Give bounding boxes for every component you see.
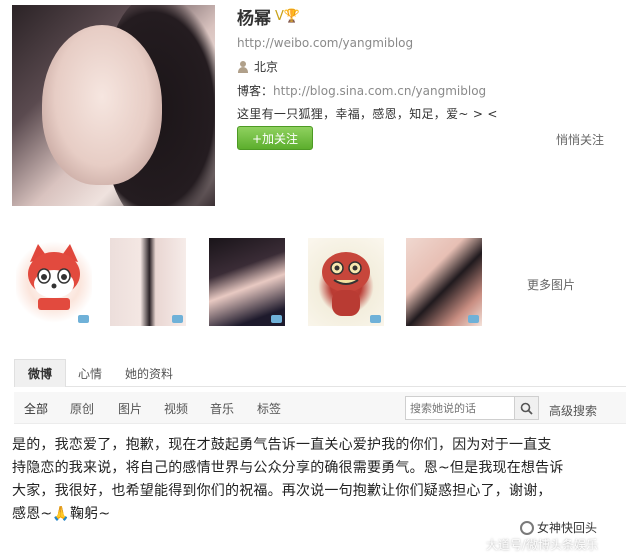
photo-thumbnail[interactable]	[308, 238, 384, 326]
search-input[interactable]	[405, 396, 515, 420]
photo-thumbnail[interactable]	[16, 238, 92, 326]
weibo-post: 是的，我恋爱了，抱歉，现在才鼓起勇气告诉一直关心爱护我的你们，因为对于一直支 持…	[12, 434, 628, 526]
location-row: 北京	[237, 58, 278, 75]
monster-toy-icon	[322, 252, 370, 316]
blog-row: 博客：http://blog.sina.com.cn/yangmiblog	[237, 82, 486, 99]
photo-thumbnail[interactable]	[110, 238, 186, 326]
profile-avatar[interactable]	[12, 5, 215, 206]
camera-icon	[78, 315, 89, 323]
follow-button[interactable]: +加关注	[237, 126, 313, 150]
photo-thumbnail[interactable]	[209, 238, 285, 326]
blog-label: 博客：	[237, 84, 274, 98]
filter-original[interactable]: 原创	[70, 392, 94, 424]
camera-icon	[468, 315, 479, 323]
filter-tags[interactable]: 标签	[257, 392, 281, 424]
search-icon	[520, 402, 533, 415]
camera-icon	[370, 315, 381, 323]
weibo-url-link[interactable]: http://weibo.com/yangmiblog	[237, 36, 413, 50]
profile-tabs: 微博 心情 她的资料	[14, 359, 626, 387]
watermark-top: 女神快回头	[520, 519, 597, 536]
tab-mood[interactable]: 心情	[70, 359, 110, 387]
filter-all[interactable]: 全部	[24, 392, 48, 424]
wechat-logo-icon	[520, 520, 534, 535]
search-button[interactable]	[515, 396, 539, 420]
photo-thumbnail[interactable]	[406, 238, 482, 326]
camera-icon	[172, 315, 183, 323]
watermark-text: 女神快回头	[537, 521, 598, 535]
profile-name-row: 杨幂 V🏆	[237, 4, 300, 29]
quiet-follow-link[interactable]: 悄悄关注	[556, 131, 604, 148]
post-line: 是的，我恋爱了，抱歉，现在才鼓起勇气告诉一直关心爱护我的你们，因为对于一直支	[12, 437, 552, 453]
person-icon	[237, 60, 249, 73]
avatar-face	[42, 25, 162, 185]
watermark-bottom: 大道号/微博头条娱乐	[486, 538, 599, 552]
filter-pictures[interactable]: 图片	[118, 392, 142, 424]
camera-icon	[271, 315, 282, 323]
profile-bio: 这里有一只狐狸，幸福，感恩，知足，爱~ > <	[237, 107, 498, 121]
blog-url-link[interactable]: http://blog.sina.com.cn/yangmiblog	[273, 84, 486, 98]
verified-badge-icon[interactable]: V🏆	[275, 9, 300, 24]
filter-music[interactable]: 音乐	[210, 392, 234, 424]
more-photos-link[interactable]: 更多图片	[527, 276, 575, 293]
post-line: 持隐恋的我来说，将自己的感情世界与公众分享的确很需要勇气。恩~但是我现在想告诉	[12, 460, 564, 476]
tab-her-profile[interactable]: 她的资料	[116, 359, 182, 387]
location-text: 北京	[254, 60, 279, 74]
tab-weibo[interactable]: 微博	[14, 359, 66, 387]
advanced-search-link[interactable]: 高级搜索	[549, 402, 597, 419]
profile-name[interactable]: 杨幂	[237, 4, 271, 29]
fox-cartoon-icon	[28, 244, 80, 310]
post-line: 大家，我很好，也希望能得到你们的祝福。再次说一句抱歉让你们疑惑担心了，谢谢，	[12, 483, 552, 499]
filter-videos[interactable]: 视频	[164, 392, 188, 424]
